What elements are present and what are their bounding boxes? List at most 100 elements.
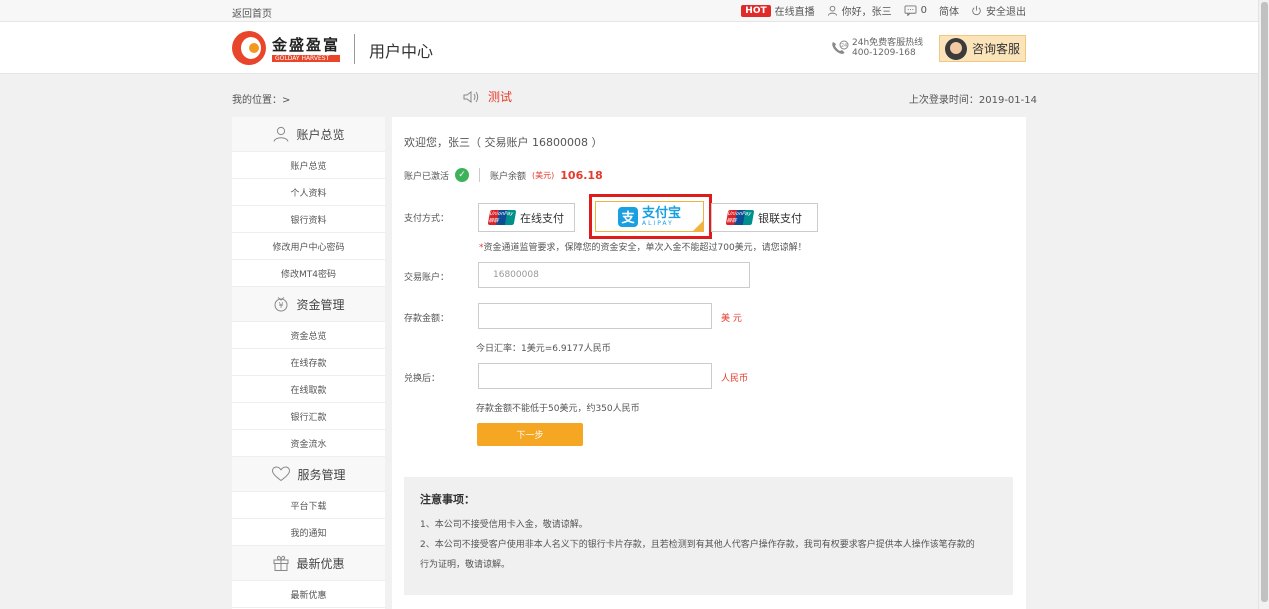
- consult-button[interactable]: 咨询客服: [939, 35, 1026, 62]
- svg-text:24: 24: [841, 43, 847, 49]
- heart-icon: [272, 466, 291, 482]
- balance-label: 账户余额: [490, 171, 527, 182]
- top-bar: 返回首页 HOT 在线直播 你好，张三 0 简体 安全退出: [0, 0, 1258, 22]
- sidebar-group-label: 账户总览: [296, 127, 345, 142]
- minimum-deposit-text: 存款金额不能低于50美元，约350人民币: [476, 404, 640, 414]
- consult-label: 咨询客服: [971, 42, 1020, 56]
- notes-box: 注意事项： 1、本公司不接受信用卡入金，敬请谅解。 2、本公司不接受客户使用非本…: [404, 477, 1013, 595]
- sidebar-item-platform-download[interactable]: 平台下载: [232, 492, 385, 519]
- messages-count: 0: [920, 5, 927, 16]
- header: 金盛盈富 GOLDAY HARVEST 用户中心 24 24h免费客服热线 40…: [0, 22, 1258, 74]
- home-link[interactable]: 返回首页: [232, 5, 272, 20]
- agent-avatar-icon: [944, 37, 967, 60]
- sidebar-group-services[interactable]: 服务管理: [232, 457, 385, 492]
- top-bar-right: HOT 在线直播 你好，张三 0 简体 安全退出: [741, 3, 1026, 18]
- exchange-rate-text: 今日汇率：1美元=6.9177人民币: [476, 344, 611, 354]
- speaker-icon: [463, 90, 479, 103]
- note-line: 1、本公司不接受信用卡入金，敬请谅解。: [420, 520, 588, 530]
- account-label: 交易账户：: [404, 273, 450, 283]
- sidebar-item-account-overview[interactable]: 账户总览: [232, 152, 385, 179]
- sidebar-group-label: 资金管理: [296, 297, 345, 312]
- alipay-label: 支付宝: [641, 205, 681, 221]
- unionpay-logo-icon: UnionPay 银联: [725, 210, 755, 225]
- user-icon: [827, 5, 837, 16]
- greeting-text: 你好，张三: [841, 7, 892, 18]
- converted-unit: 人民币: [721, 374, 749, 384]
- unionpay-label: 银联支付: [758, 211, 802, 225]
- sidebar-item-fund-flow[interactable]: 资金流水: [232, 430, 385, 457]
- hotline: 24 24h免费客服热线 400-1209-168: [830, 38, 923, 58]
- amount-input[interactable]: [478, 303, 712, 329]
- sidebar-item-online-deposit[interactable]: 在线存款: [232, 349, 385, 376]
- scrollbar-thumb[interactable]: [1261, 2, 1268, 602]
- logo-mark-icon: [232, 31, 266, 65]
- sidebar-item-notifications[interactable]: 我的通知: [232, 519, 385, 546]
- power-icon: [972, 5, 981, 16]
- notes-title: 注意事项：: [420, 493, 475, 506]
- online-pay-button[interactable]: UnionPay 银联 在线支付: [478, 203, 575, 232]
- notice[interactable]: 测试: [462, 88, 512, 105]
- amount-unit: 美 元: [721, 314, 742, 324]
- next-button[interactable]: 下一步: [477, 423, 583, 446]
- money-icon: ¥: [274, 297, 288, 312]
- sidebar-item-change-password[interactable]: 修改用户中心密码: [232, 233, 385, 260]
- logo[interactable]: 金盛盈富 GOLDAY HARVEST: [232, 28, 350, 68]
- page-title: 用户中心: [369, 42, 434, 61]
- sidebar-item-online-withdraw[interactable]: 在线取款: [232, 376, 385, 403]
- alipay-button[interactable]: 支 支付宝 ALIPAY: [595, 201, 704, 232]
- language-switch[interactable]: 简体: [939, 3, 959, 18]
- user-greeting[interactable]: 你好，张三: [827, 3, 892, 18]
- sidebar-group-label: 最新优惠: [296, 556, 345, 571]
- scrollbar[interactable]: [1258, 0, 1269, 609]
- notice-text: 测试: [488, 90, 513, 104]
- online-pay-label: 在线支付: [520, 211, 564, 225]
- balance-unit: (美元): [532, 170, 555, 180]
- alipay-en: ALIPAY: [641, 219, 674, 227]
- gift-icon: [273, 555, 289, 571]
- last-login: 上次登录时间：2019-01-14: [908, 95, 1037, 106]
- account-field[interactable]: 16800008: [478, 262, 750, 288]
- sidebar-item-bank-transfer[interactable]: 银行汇款: [232, 403, 385, 430]
- phone-icon: 24: [832, 40, 849, 54]
- hot-badge: HOT: [741, 4, 771, 17]
- pay-method-label: 支付方式：: [404, 214, 450, 224]
- sidebar: 账户总览 账户总览 个人资料 银行资料 修改用户中心密码 修改MT4密码 ¥ 资…: [232, 117, 385, 609]
- logout-text: 安全退出: [986, 7, 1026, 18]
- hotline-label: 24h免费客服热线: [852, 38, 924, 48]
- logout-link[interactable]: 安全退出: [971, 3, 1026, 18]
- logo-divider: [354, 34, 355, 64]
- sidebar-group-promotions[interactable]: 最新优惠: [232, 546, 385, 581]
- hotline-number: 400-1209-168: [852, 48, 916, 58]
- logo-cn: 金盛盈富: [272, 36, 341, 54]
- converted-input[interactable]: [478, 363, 712, 389]
- sidebar-item-funds-overview[interactable]: 资金总览: [232, 322, 385, 349]
- logo-text: 金盛盈富 GOLDAY HARVEST: [272, 34, 341, 62]
- note-line: 行为证明，敬请谅解。: [420, 560, 511, 570]
- user-icon: [273, 126, 289, 142]
- live-link[interactable]: HOT 在线直播: [741, 3, 815, 18]
- alipay-text: 支付宝 ALIPAY: [642, 207, 681, 227]
- sidebar-group-account[interactable]: 账户总览: [232, 117, 385, 152]
- check-icon: ✓: [455, 168, 470, 182]
- main-panel: 欢迎您，张三（ 交易账户 16800008 ） 账户已激活 ✓ 账户余额 (美元…: [392, 117, 1026, 609]
- sidebar-group-funds[interactable]: ¥ 资金管理: [232, 287, 385, 322]
- unionpay-logo-icon: UnionPay 银联: [487, 210, 517, 225]
- deposit-warning: *资金通道监管要求，保障您的资金安全，单次入金不能超过700美元，请您谅解！: [479, 243, 807, 253]
- messages-link[interactable]: 0: [904, 5, 927, 16]
- sidebar-item-bank-info[interactable]: 银行资料: [232, 206, 385, 233]
- sidebar-item-change-mt4-password[interactable]: 修改MT4密码: [232, 260, 385, 287]
- unionpay-button[interactable]: UnionPay 银联 银联支付: [711, 203, 818, 232]
- selected-corner-icon: [693, 221, 703, 231]
- balance-value: 106.18: [560, 168, 603, 182]
- sidebar-item-promotions[interactable]: 最新优惠: [232, 581, 385, 608]
- welcome-text: 欢迎您，张三（ 交易账户 16800008 ）: [404, 136, 603, 149]
- alipay-icon: 支: [617, 206, 638, 227]
- message-icon: [904, 5, 917, 16]
- activated-label: 账户已激活: [404, 171, 450, 182]
- divider: [479, 168, 481, 182]
- breadcrumb: 我的位置：>: [232, 95, 291, 106]
- svg-text:¥: ¥: [279, 301, 284, 310]
- account-status-row: 账户已激活 ✓ 账户余额 (美元) 106.18: [404, 168, 603, 182]
- sidebar-group-label: 服务管理: [297, 467, 346, 482]
- sidebar-item-profile[interactable]: 个人资料: [232, 179, 385, 206]
